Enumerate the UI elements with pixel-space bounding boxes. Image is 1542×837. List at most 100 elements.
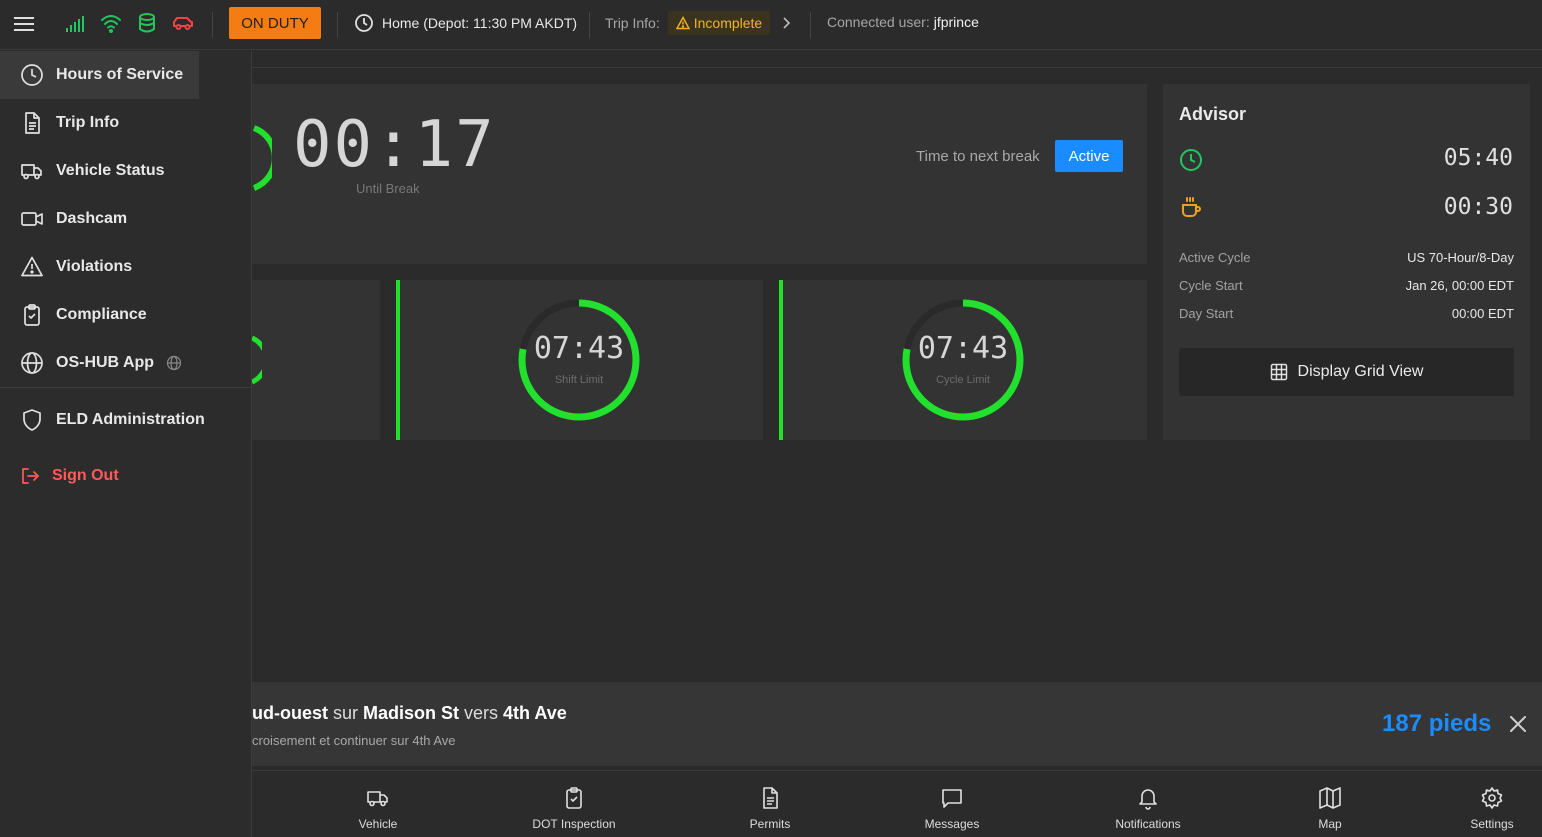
advisor-title: Advisor — [1179, 104, 1247, 124]
database-icon — [136, 12, 158, 34]
bottom-dot-inspection[interactable]: DOT Inspection — [524, 786, 624, 831]
sidebar-divider — [0, 387, 251, 388]
sidebar-item-vehicle-status[interactable]: Vehicle Status — [0, 147, 199, 195]
signal-icon — [64, 12, 86, 34]
sign-out-icon — [20, 466, 40, 486]
close-icon[interactable] — [1508, 714, 1528, 734]
sign-out-button[interactable]: Sign Out — [0, 452, 199, 500]
advisor-drive-time: 05:40 — [1443, 145, 1513, 171]
nav-direction: ud-ouest — [252, 703, 328, 723]
bottom-vehicle-label: Vehicle — [358, 817, 398, 831]
sidebar-item-label: Vehicle Status — [56, 162, 165, 179]
clipboard-check-icon — [20, 303, 44, 327]
grid-icon — [1270, 363, 1288, 381]
sidebar-item-label: Hours of Service — [56, 66, 184, 83]
bottom-settings-label: Settings — [1470, 817, 1514, 831]
break-ring-fragment — [252, 125, 272, 191]
sidebar-item-eld-administration[interactable]: ELD Administration — [0, 396, 230, 444]
bell-icon — [1136, 786, 1160, 810]
divider — [337, 12, 338, 38]
content-divider — [252, 67, 1542, 68]
drive-ring-fragment — [252, 335, 262, 385]
document-icon — [758, 786, 782, 810]
sidebar-item-trip-info[interactable]: Trip Info — [0, 99, 199, 147]
drive-clock-icon — [1179, 148, 1203, 172]
advisor-row-value: Jan 26, 00:00 EDT — [1405, 278, 1514, 293]
status-icons — [64, 12, 194, 34]
advisor-row-value: 00:00 EDT — [1451, 306, 1514, 321]
bottom-vehicle[interactable]: Vehicle — [328, 786, 428, 831]
bottom-map-label: Map — [1318, 817, 1342, 831]
home-terminal-label: Home (Depot: 11:30 PM AKDT) — [382, 15, 578, 31]
bottom-notifications[interactable]: Notifications — [1098, 786, 1198, 831]
drive-limit-card — [252, 280, 380, 440]
sidebar-item-os-hub-app[interactable]: OS-HUB App — [0, 339, 220, 387]
shift-limit-value: 07:43 — [533, 331, 625, 366]
advisor-row-key: Cycle Start — [1179, 278, 1243, 293]
bottom-map[interactable]: Map — [1280, 786, 1380, 831]
coffee-icon — [1179, 196, 1203, 220]
shield-icon — [20, 408, 44, 432]
connected-user-name: jfprince — [933, 14, 979, 30]
bottom-settings[interactable]: Settings — [1442, 786, 1542, 831]
truck-icon — [20, 159, 44, 183]
break-timer: 00:17 — [293, 108, 496, 182]
sidebar-item-compliance[interactable]: Compliance — [0, 291, 199, 339]
bottom-dot-inspection-label: DOT Inspection — [532, 817, 616, 831]
sidebar-item-label: Dashcam — [56, 210, 128, 227]
nav-word-sur: sur — [328, 703, 364, 723]
sidebar: Hours of Service Trip Info Vehicle Statu… — [0, 51, 252, 837]
trip-info-status: Trip Info: Incomplete — [605, 11, 794, 35]
display-grid-view-label: Display Grid View — [1297, 363, 1424, 380]
map-icon — [1318, 786, 1342, 810]
message-icon — [940, 786, 964, 810]
chevron-right-icon[interactable] — [778, 15, 794, 31]
sidebar-item-violations[interactable]: Violations — [0, 243, 199, 291]
navigation-banner — [252, 682, 1542, 766]
sidebar-item-hours-of-service[interactable]: Hours of Service — [0, 51, 199, 99]
advisor-row-value: US 70-Hour/8-Day — [1407, 250, 1514, 265]
cycle-status-bar — [779, 280, 783, 440]
clipboard-check-icon — [562, 786, 586, 810]
duty-status-button[interactable]: ON DUTY — [229, 7, 321, 39]
top-bar: ON DUTY Home (Depot: 11:30 PM AKDT) Trip… — [0, 0, 1542, 50]
cycle-limit-value: 07:43 — [917, 331, 1009, 366]
trip-status-text: Incomplete — [693, 15, 763, 31]
sidebar-item-dashcam[interactable]: Dashcam — [0, 195, 199, 243]
menu-icon[interactable] — [13, 14, 35, 34]
divider — [212, 12, 213, 38]
bottom-messages-label: Messages — [924, 817, 980, 831]
bottom-permits-label: Permits — [749, 817, 791, 831]
truck-icon — [366, 786, 390, 810]
display-grid-view-button[interactable]: Display Grid View — [1179, 348, 1514, 396]
advisor-row: Cycle Start Jan 26, 00:00 EDT — [1179, 278, 1514, 293]
divider — [810, 12, 811, 38]
active-button[interactable]: Active — [1055, 140, 1123, 172]
wifi-icon — [100, 12, 122, 34]
document-icon — [20, 111, 44, 135]
advisor-row-key: Day Start — [1179, 306, 1234, 321]
cycle-limit-label: Cycle Limit — [936, 374, 990, 386]
sign-out-label: Sign Out — [52, 467, 119, 484]
bottom-messages[interactable]: Messages — [902, 786, 1002, 831]
break-timer-label: Until Break — [356, 181, 420, 196]
next-break-label: Time to next break — [916, 148, 1040, 165]
navigation-distance: 187 pieds — [1382, 710, 1492, 737]
shift-limit-label: Shift Limit — [554, 374, 604, 386]
warning-icon — [20, 255, 44, 279]
connected-user-label: Connected user: — [827, 14, 930, 30]
clock-icon — [354, 13, 374, 33]
navigation-instruction: ud-ouest sur Madison St vers 4th Ave — [252, 703, 567, 724]
divider — [589, 12, 590, 38]
bottom-permits[interactable]: Permits — [720, 786, 820, 831]
trip-status-badge[interactable]: Incomplete — [667, 11, 771, 35]
connected-user: Connected user: jfprince — [827, 14, 979, 30]
nav-target: 4th Ave — [503, 703, 567, 723]
nav-word-vers: vers — [459, 703, 504, 723]
warning-icon — [675, 16, 690, 30]
sidebar-item-label: Compliance — [56, 306, 147, 323]
advisor-break-time: 00:30 — [1443, 194, 1513, 220]
globe-icon — [20, 351, 44, 375]
shift-status-bar — [396, 280, 400, 440]
navigation-subtext: croisement et continuer sur 4th Ave — [252, 733, 456, 748]
